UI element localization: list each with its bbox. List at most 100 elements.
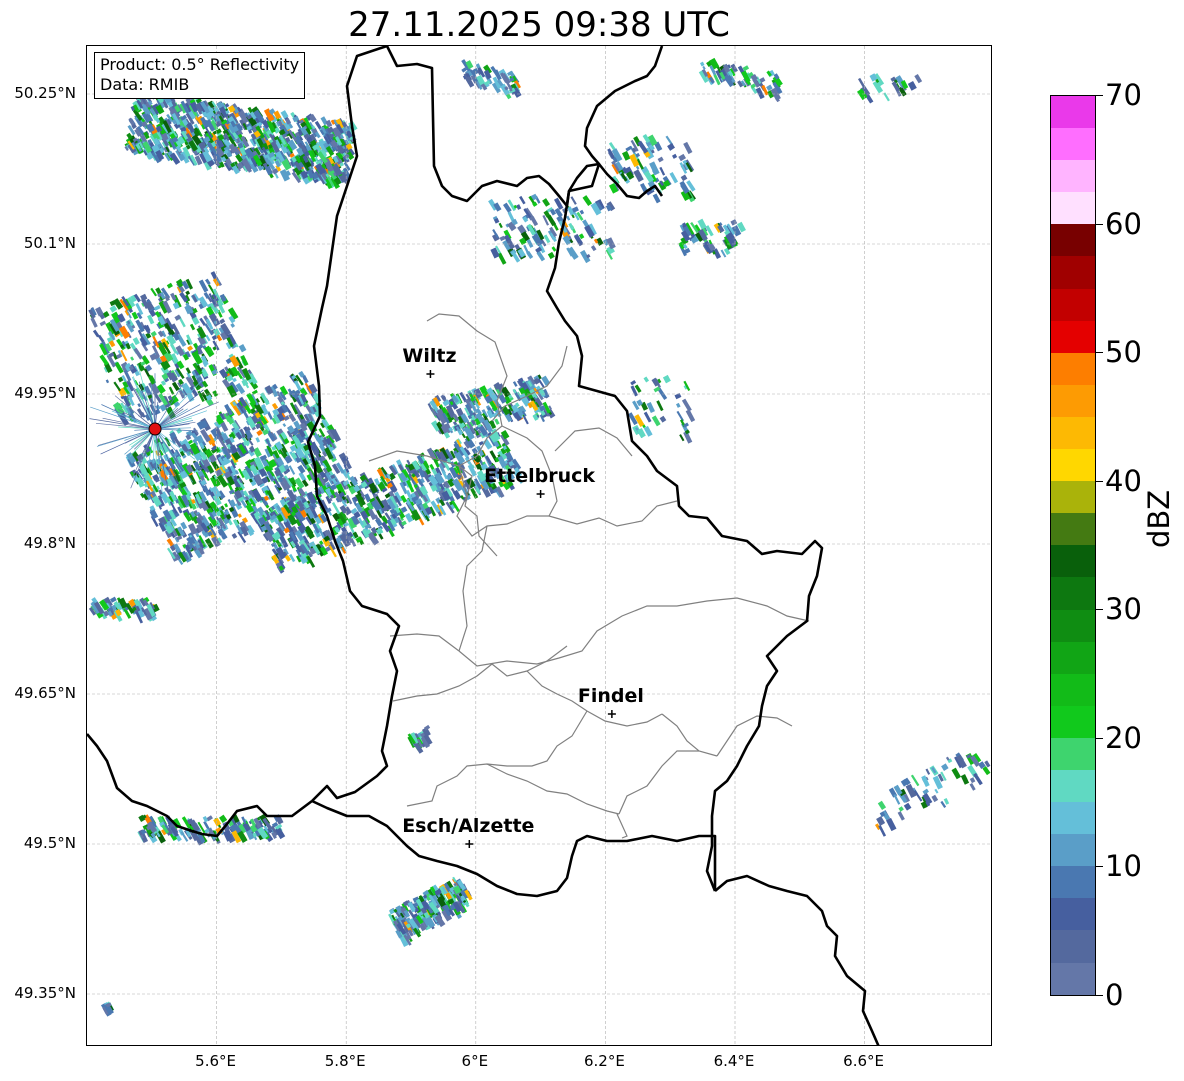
colorbar-tick-mark <box>1096 480 1103 482</box>
colorbar-swatch <box>1051 288 1095 321</box>
lat-tick-label: 50.1°N <box>23 234 76 252</box>
colorbar-swatch <box>1051 898 1095 931</box>
canton-border-17 <box>618 750 699 815</box>
echo-cluster <box>857 73 923 104</box>
echo-cluster <box>461 59 522 100</box>
city-label: Wiltz <box>402 345 457 367</box>
lat-tick-label: 49.35°N <box>14 984 76 1002</box>
canton-border-10 <box>389 633 460 652</box>
country-border-lux-north <box>385 46 664 208</box>
canton-border-12 <box>491 645 568 677</box>
map-canvas <box>87 46 991 1045</box>
canton-border-9 <box>458 597 810 667</box>
echo-cluster <box>698 57 783 103</box>
colorbar-swatch <box>1051 769 1095 803</box>
lat-tick-label: 49.5°N <box>23 834 76 852</box>
map-title: 27.11.2025 09:38 UTC <box>348 5 730 45</box>
colorbar-swatch <box>1051 449 1095 482</box>
echo-cluster <box>388 876 473 947</box>
colorbar-tick-mark <box>1096 737 1103 739</box>
colorbar-swatch <box>1051 673 1095 706</box>
lon-tick-label: 6.2°E <box>583 1052 625 1070</box>
echo-cluster <box>137 813 286 846</box>
colorbar-tick-mark <box>1096 95 1103 96</box>
canton-border-19 <box>616 813 628 839</box>
colorbar-tick-label: 20 <box>1105 720 1142 755</box>
lon-tick-label: 6.4°E <box>713 1052 755 1070</box>
colorbar-swatch <box>1051 384 1095 417</box>
lat-tick-label: 49.95°N <box>14 384 76 402</box>
colorbar-tick-mark <box>1096 609 1103 611</box>
colorbar-tick-mark <box>1096 866 1103 868</box>
radar-map[interactable] <box>86 45 992 1046</box>
colorbar-tick-mark <box>1096 352 1103 354</box>
lon-tick-label: 6.6°E <box>843 1052 885 1070</box>
echo-cluster <box>101 1001 115 1017</box>
city-marker <box>536 490 545 498</box>
lat-tick-label: 49.8°N <box>23 534 76 552</box>
colorbar-swatch <box>1051 545 1095 578</box>
echo-cluster <box>875 752 991 837</box>
city-label: Esch/Alzette <box>402 815 535 837</box>
colorbar-tick-mark <box>1096 223 1103 225</box>
echo-cluster <box>407 724 433 754</box>
colorbar-swatch <box>1051 224 1095 257</box>
echo-cluster <box>678 218 746 259</box>
echo-cluster <box>427 374 556 441</box>
colorbar-tick-label: 30 <box>1105 592 1142 627</box>
city-marker <box>465 840 474 848</box>
colorbar-swatch <box>1051 513 1095 546</box>
colorbar-swatch <box>1051 256 1095 289</box>
city-marker <box>607 710 616 718</box>
colorbar-swatch <box>1051 705 1095 738</box>
city-marker <box>426 370 435 378</box>
colorbar-label: dBZ <box>1142 489 1176 548</box>
radar-site-marker <box>148 422 162 436</box>
lat-tick-label: 50.25°N <box>14 84 76 102</box>
colorbar-tick-label: 0 <box>1105 978 1124 1012</box>
colorbar-swatch <box>1051 577 1095 610</box>
city-label: Findel <box>577 685 644 707</box>
echo-cluster <box>628 374 696 444</box>
country-border-de-fr <box>714 874 880 1045</box>
echo-cluster <box>124 90 358 190</box>
colorbar-swatch <box>1051 641 1095 674</box>
colorbar-tick-label: 60 <box>1105 206 1142 241</box>
canton-border-14 <box>406 710 588 807</box>
colorbar-swatch <box>1051 128 1095 161</box>
colorbar-swatch <box>1051 930 1095 963</box>
canton-border-7 <box>548 500 678 527</box>
canton-border-5 <box>554 427 633 457</box>
colorbar-swatch <box>1051 320 1095 353</box>
colorbar-swatch <box>1051 866 1095 899</box>
colorbar <box>1050 95 1096 996</box>
lon-tick-label: 5.8°E <box>324 1052 366 1070</box>
lon-tick-label: 6°E <box>461 1052 489 1070</box>
colorbar-swatch <box>1051 160 1095 193</box>
colorbar-tick-label: 50 <box>1105 335 1142 370</box>
colorbar-swatch <box>1051 834 1095 867</box>
colorbar-tick-label: 70 <box>1105 78 1142 112</box>
canton-border-18 <box>486 763 620 815</box>
colorbar-swatch <box>1051 962 1095 995</box>
colorbar-swatch <box>1051 96 1095 129</box>
canton-border-8 <box>458 525 488 652</box>
colorbar-swatch <box>1051 737 1095 770</box>
echo-cluster <box>488 193 616 265</box>
lon-tick-label: 5.6°E <box>195 1052 237 1070</box>
canton-border-11 <box>392 663 493 702</box>
canton-borders <box>368 313 810 839</box>
lat-tick-label: 49.65°N <box>14 684 76 702</box>
colorbar-swatch <box>1051 192 1095 225</box>
echo-cluster <box>88 596 160 624</box>
colorbar-tick-mark <box>1096 995 1103 996</box>
colorbar-swatch <box>1051 802 1095 835</box>
canton-border-15 <box>661 713 718 757</box>
product-label: Product: 0.5° Reflectivity <box>100 55 300 74</box>
radar-echoes <box>88 57 991 1017</box>
product-info-box: Product: 0.5° Reflectivity Data: RMIB <box>94 52 306 99</box>
colorbar-tick-label: 10 <box>1105 849 1142 884</box>
data-source-label: Data: RMIB <box>100 75 190 94</box>
city-label: Ettelbruck <box>484 465 596 487</box>
colorbar-swatch <box>1051 609 1095 642</box>
